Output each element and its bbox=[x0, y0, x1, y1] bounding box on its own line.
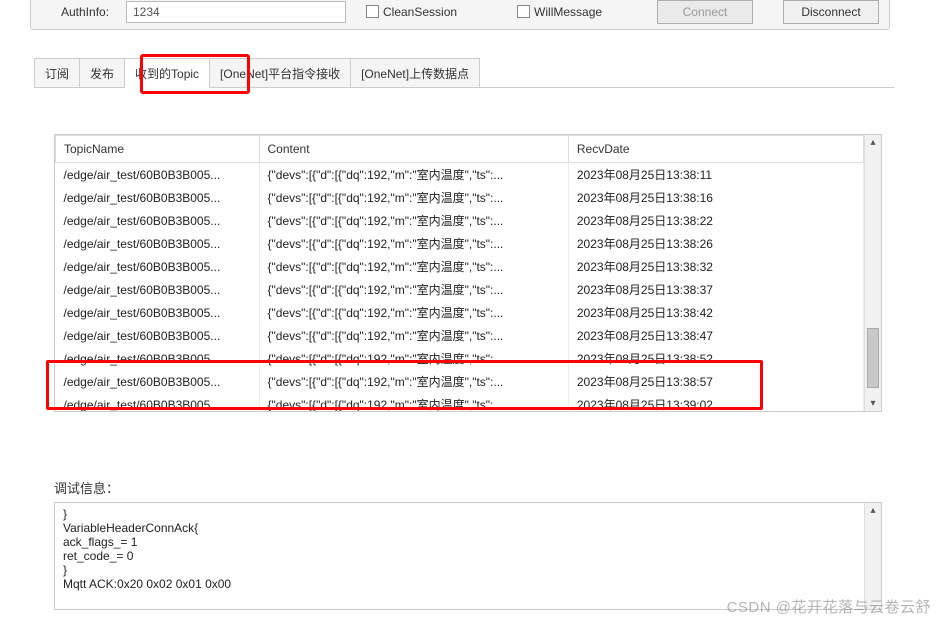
table-row[interactable]: /edge/air_test/60B0B3B005...{"devs":[{"d… bbox=[56, 255, 864, 278]
col-content[interactable]: Content bbox=[259, 136, 568, 163]
table-row[interactable]: /edge/air_test/60B0B3B005...{"devs":[{"d… bbox=[56, 370, 864, 393]
cleansession-checkbox[interactable] bbox=[366, 5, 379, 18]
tab-received-topic[interactable]: 收到的Topic bbox=[124, 58, 210, 88]
debug-text[interactable]: } VariableHeaderConnAck{ ack_flags_= 1 r… bbox=[55, 503, 864, 609]
scroll-thumb[interactable] bbox=[867, 328, 879, 388]
tab-onenet-upload[interactable]: [OneNet]上传数据点 bbox=[350, 58, 480, 88]
willmessage-checkbox[interactable] bbox=[517, 5, 530, 18]
debug-scrollbar[interactable]: ▴ bbox=[864, 503, 881, 609]
cell-topic: /edge/air_test/60B0B3B005... bbox=[56, 232, 260, 255]
cell-date: 2023年08月25日13:38:37 bbox=[568, 278, 863, 301]
col-topicname[interactable]: TopicName bbox=[56, 136, 260, 163]
cell-date: 2023年08月25日13:38:57 bbox=[568, 370, 863, 393]
connection-panel: AuthInfo: CleanSession WillMessage Conne… bbox=[30, 0, 890, 30]
col-recvdate[interactable]: RecvDate bbox=[568, 136, 863, 163]
cell-date: 2023年08月25日13:38:22 bbox=[568, 209, 863, 232]
cell-content: {"devs":[{"d":[{"dq":192,"m":"室内温度","ts"… bbox=[259, 278, 568, 301]
cell-topic: /edge/air_test/60B0B3B005... bbox=[56, 301, 260, 324]
cell-date: 2023年08月25日13:38:11 bbox=[568, 163, 863, 187]
cell-date: 2023年08月25日13:38:26 bbox=[568, 232, 863, 255]
cell-content: {"devs":[{"d":[{"dq":192,"m":"室内温度","ts"… bbox=[259, 301, 568, 324]
cell-content: {"devs":[{"d":[{"dq":192,"m":"室内温度","ts"… bbox=[259, 232, 568, 255]
tab-publish[interactable]: 发布 bbox=[79, 58, 125, 88]
table-row[interactable]: /edge/air_test/60B0B3B005...{"devs":[{"d… bbox=[56, 163, 864, 187]
table-row[interactable]: /edge/air_test/60B0B3B005...{"devs":[{"d… bbox=[56, 209, 864, 232]
table-row[interactable]: /edge/air_test/60B0B3B005...{"devs":[{"d… bbox=[56, 393, 864, 411]
table-row[interactable]: /edge/air_test/60B0B3B005...{"devs":[{"d… bbox=[56, 301, 864, 324]
willmessage-label: WillMessage bbox=[534, 5, 602, 19]
cell-content: {"devs":[{"d":[{"dq":192,"m":"室内温度","ts"… bbox=[259, 163, 568, 187]
cleansession-label: CleanSession bbox=[383, 5, 457, 19]
table-header-row: TopicName Content RecvDate bbox=[56, 136, 864, 163]
cell-content: {"devs":[{"d":[{"dq":192,"m":"室内温度","ts"… bbox=[259, 370, 568, 393]
table-row[interactable]: /edge/air_test/60B0B3B005...{"devs":[{"d… bbox=[56, 347, 864, 370]
debug-label: 调试信息： bbox=[54, 478, 119, 497]
cell-date: 2023年08月25日13:38:16 bbox=[568, 186, 863, 209]
cell-content: {"devs":[{"d":[{"dq":192,"m":"室内温度","ts"… bbox=[259, 186, 568, 209]
cell-content: {"devs":[{"d":[{"dq":192,"m":"室内温度","ts"… bbox=[259, 347, 568, 370]
cell-topic: /edge/air_test/60B0B3B005... bbox=[56, 163, 260, 187]
cell-topic: /edge/air_test/60B0B3B005... bbox=[56, 370, 260, 393]
authinfo-input[interactable] bbox=[126, 1, 346, 23]
received-topic-table: TopicName Content RecvDate /edge/air_tes… bbox=[54, 134, 882, 412]
scroll-up-icon[interactable]: ▴ bbox=[870, 135, 875, 150]
cell-date: 2023年08月25日13:38:32 bbox=[568, 255, 863, 278]
cell-content: {"devs":[{"d":[{"dq":192,"m":"室内温度","ts"… bbox=[259, 255, 568, 278]
connect-button[interactable]: Connect bbox=[657, 0, 753, 24]
table-scrollbar[interactable]: ▴ ▾ bbox=[864, 135, 881, 411]
cell-date: 2023年08月25日13:38:42 bbox=[568, 301, 863, 324]
tabs: 订阅 发布 收到的Topic [OneNet]平台指令接收 [OneNet]上传… bbox=[34, 58, 894, 88]
tab-subscribe[interactable]: 订阅 bbox=[34, 58, 80, 88]
scroll-up-icon[interactable]: ▴ bbox=[870, 503, 875, 518]
cell-topic: /edge/air_test/60B0B3B005... bbox=[56, 209, 260, 232]
cell-topic: /edge/air_test/60B0B3B005... bbox=[56, 186, 260, 209]
table-row[interactable]: /edge/air_test/60B0B3B005...{"devs":[{"d… bbox=[56, 278, 864, 301]
cell-date: 2023年08月25日13:38:47 bbox=[568, 324, 863, 347]
table-row[interactable]: /edge/air_test/60B0B3B005...{"devs":[{"d… bbox=[56, 324, 864, 347]
cell-topic: /edge/air_test/60B0B3B005... bbox=[56, 393, 260, 411]
debug-output: } VariableHeaderConnAck{ ack_flags_= 1 r… bbox=[54, 502, 882, 610]
authinfo-label: AuthInfo: bbox=[61, 5, 116, 19]
cell-content: {"devs":[{"d":[{"dq":192,"m":"室内温度","ts"… bbox=[259, 393, 568, 411]
cell-date: 2023年08月25日13:39:02 bbox=[568, 393, 863, 411]
table-row[interactable]: /edge/air_test/60B0B3B005...{"devs":[{"d… bbox=[56, 232, 864, 255]
cell-topic: /edge/air_test/60B0B3B005... bbox=[56, 324, 260, 347]
scroll-down-icon[interactable]: ▾ bbox=[870, 396, 875, 411]
cell-topic: /edge/air_test/60B0B3B005... bbox=[56, 347, 260, 370]
cell-date: 2023年08月25日13:38:52 bbox=[568, 347, 863, 370]
table-row[interactable]: /edge/air_test/60B0B3B005...{"devs":[{"d… bbox=[56, 186, 864, 209]
cell-topic: /edge/air_test/60B0B3B005... bbox=[56, 255, 260, 278]
disconnect-button[interactable]: Disconnect bbox=[783, 0, 879, 24]
cell-content: {"devs":[{"d":[{"dq":192,"m":"室内温度","ts"… bbox=[259, 324, 568, 347]
cell-content: {"devs":[{"d":[{"dq":192,"m":"室内温度","ts"… bbox=[259, 209, 568, 232]
cell-topic: /edge/air_test/60B0B3B005... bbox=[56, 278, 260, 301]
tab-onenet-cmd[interactable]: [OneNet]平台指令接收 bbox=[209, 58, 351, 88]
